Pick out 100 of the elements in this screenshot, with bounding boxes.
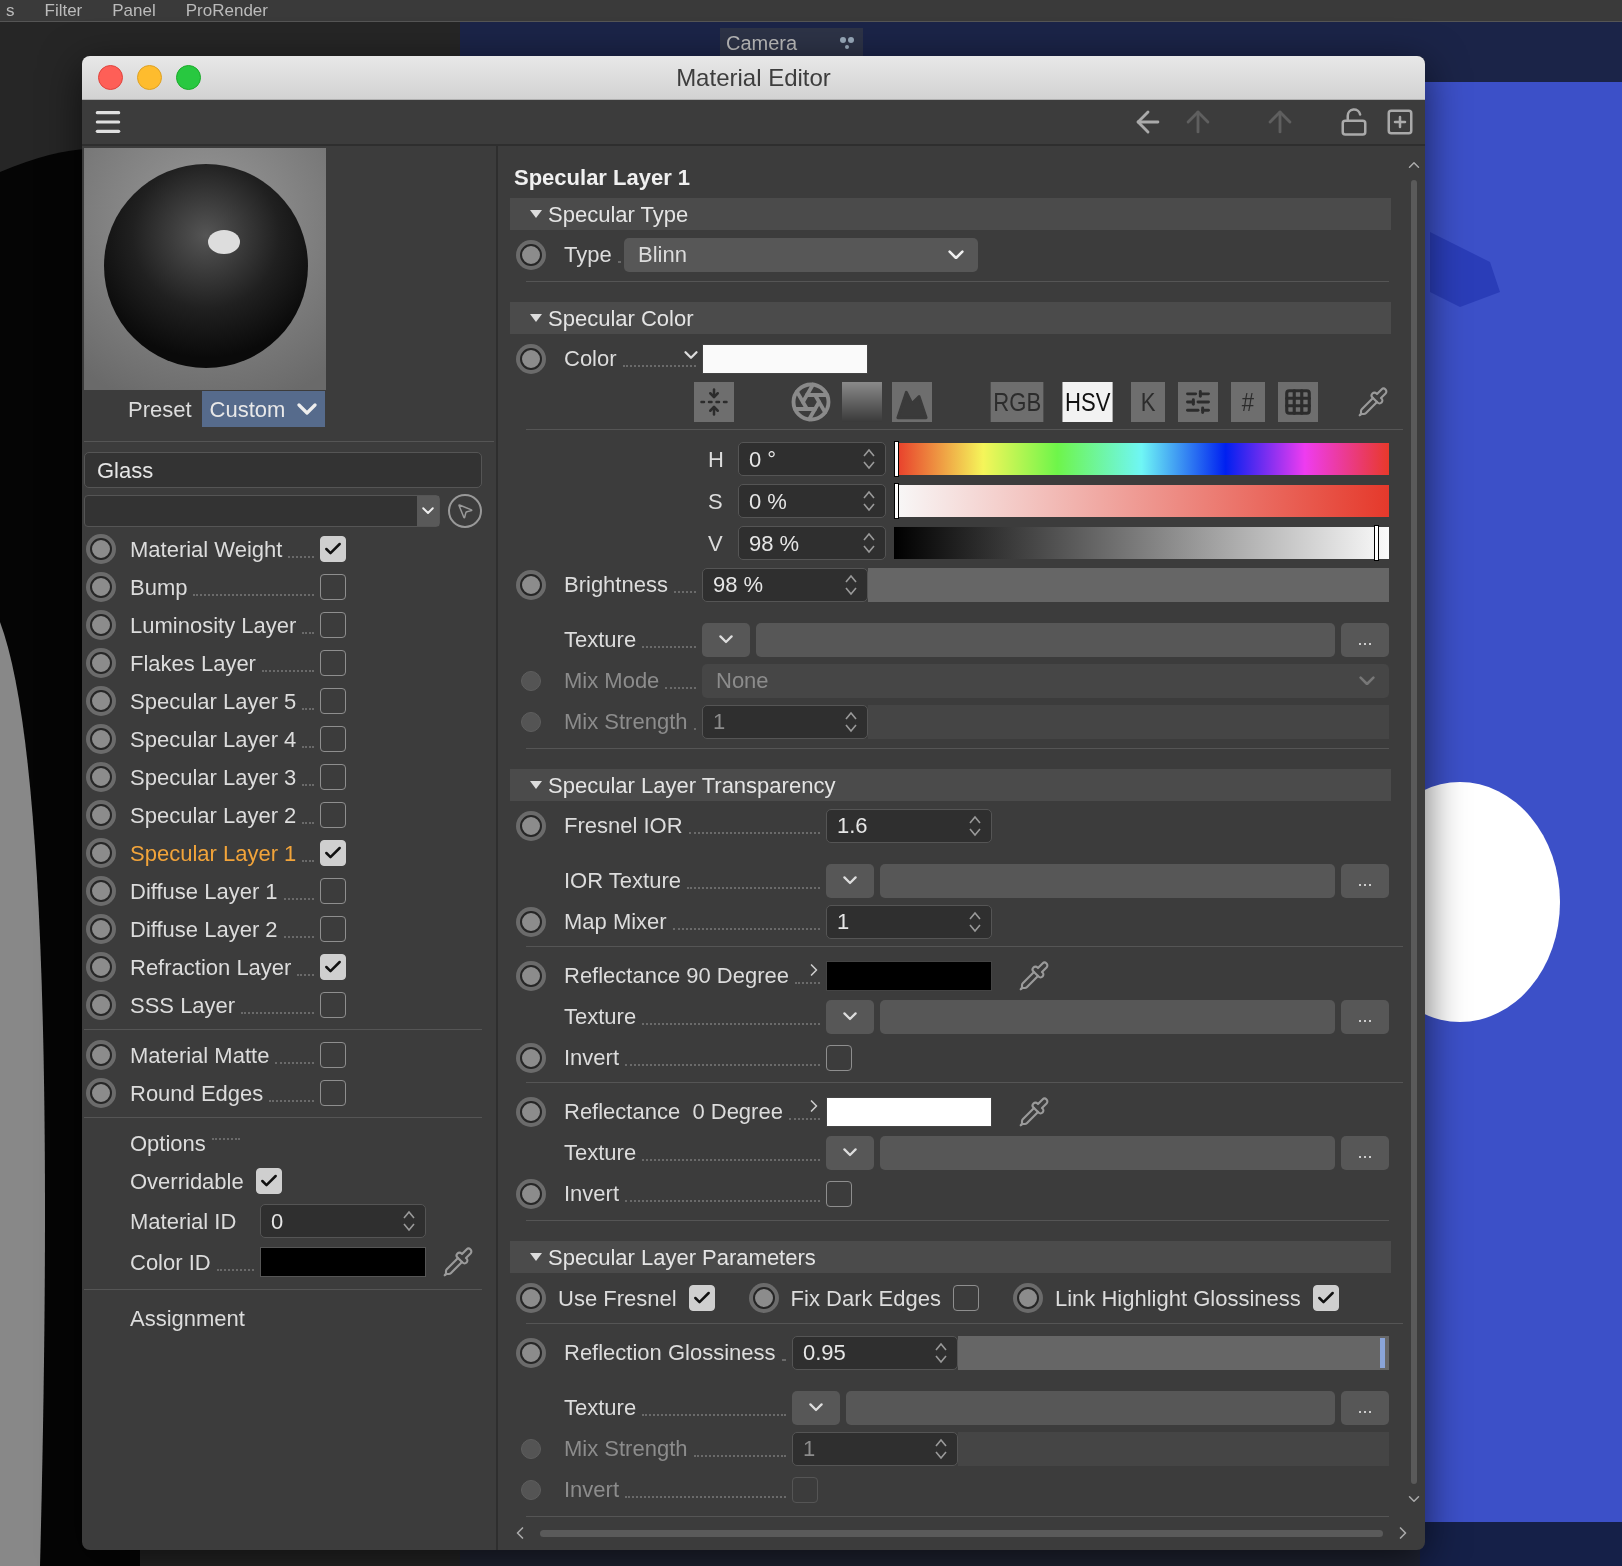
more-button[interactable]: ... [1341, 1135, 1389, 1170]
channel-item[interactable]: Specular Layer 1 [130, 836, 297, 870]
channel-label: H [708, 445, 725, 474]
sliders-icon[interactable] [1177, 382, 1218, 422]
slider-thumb[interactable] [1374, 525, 1380, 561]
channel-item[interactable]: Luminosity Layer [130, 608, 297, 642]
menu-item[interactable]: Filter [44, 2, 83, 19]
section-header[interactable]: Specular Color [510, 302, 1391, 334]
texture-dropdown-button[interactable] [826, 999, 874, 1034]
triangle-down-icon [530, 210, 542, 218]
channel-item[interactable]: Specular Layer 3 [130, 760, 297, 794]
assignment-label[interactable]: Assignment [130, 1306, 245, 1331]
scrollbar-thumb[interactable] [540, 1529, 1383, 1537]
gradient-square-icon[interactable] [842, 382, 882, 422]
slider-thumb[interactable] [894, 483, 899, 519]
channel-item[interactable]: Specular Layer 2 [130, 798, 297, 832]
menu-item[interactable]: Panel [112, 2, 156, 19]
channel-item[interactable]: Specular Layer 4 [130, 722, 297, 756]
channel-label: S [708, 487, 724, 516]
checkbox[interactable] [320, 992, 346, 1018]
preset-dropdown[interactable]: Custom [201, 391, 326, 427]
checkbox[interactable] [953, 1285, 979, 1311]
close-button[interactable] [98, 65, 123, 90]
channel-item[interactable]: Flakes Layer [130, 646, 256, 680]
texture-field[interactable] [880, 863, 1335, 898]
eyedropper-icon[interactable] [1018, 1095, 1050, 1128]
color-swatch[interactable] [826, 960, 992, 991]
section-header[interactable]: Specular Layer Parameters [510, 1241, 1391, 1273]
checkbox[interactable] [320, 764, 346, 790]
color-wheel-icon[interactable] [790, 381, 832, 423]
channel-item[interactable]: Diffuse Layer 1 [130, 874, 278, 908]
number-field[interactable]: 0 [260, 1204, 426, 1238]
checkbox[interactable] [320, 688, 346, 714]
channel-item[interactable]: Specular Layer 5 [130, 684, 297, 718]
checkbox[interactable] [320, 802, 346, 828]
texture-field[interactable] [846, 1390, 1335, 1425]
color-swatch[interactable] [260, 1247, 426, 1277]
scrollbar-thumb[interactable] [1411, 180, 1417, 1484]
color-channel-track[interactable] [894, 527, 1389, 559]
chevron-down-icon [948, 249, 964, 260]
eyedropper-icon[interactable] [1357, 386, 1389, 418]
checkbox[interactable] [320, 1042, 346, 1068]
checkbox[interactable] [320, 726, 346, 752]
color-channel-track[interactable] [894, 443, 1389, 475]
eyedropper-icon[interactable] [1018, 959, 1050, 992]
more-button[interactable]: ... [1341, 1390, 1389, 1425]
number-field[interactable]: 1.6 [826, 808, 992, 843]
grid-icon[interactable] [1277, 382, 1318, 422]
menu-item[interactable]: s [6, 2, 15, 19]
menu-item[interactable]: ProRender [185, 2, 268, 19]
number-field[interactable]: 98 % [702, 567, 868, 602]
field-label: Invert [564, 1476, 620, 1504]
number-field[interactable]: 0 % [738, 484, 886, 518]
more-button[interactable]: ... [1341, 863, 1389, 898]
channel-item[interactable]: Diffuse Layer 2 [130, 912, 278, 946]
more-button[interactable]: ... [1341, 622, 1389, 657]
slider-thumb[interactable] [1379, 1337, 1385, 1368]
number-field[interactable]: 0.95 [792, 1335, 958, 1370]
eyedropper-icon[interactable] [442, 1246, 474, 1278]
channel-item[interactable]: Material Weight [130, 532, 283, 566]
texture-dropdown-button[interactable] [792, 1390, 840, 1425]
lock-icon[interactable] [1339, 107, 1369, 137]
more-button[interactable]: ... [1341, 999, 1389, 1034]
chevron-down-icon [297, 403, 318, 415]
checkbox[interactable] [320, 916, 346, 942]
section-header[interactable]: Specular Layer Transparency [510, 769, 1391, 801]
channel-item[interactable]: Material Matte [130, 1038, 270, 1072]
color-swatch[interactable] [702, 343, 868, 374]
dropdown[interactable]: Blinn [624, 237, 978, 272]
section-header[interactable]: Specular Type [510, 198, 1391, 230]
checkbox[interactable] [320, 1080, 346, 1106]
number-field[interactable]: 98 % [738, 526, 886, 560]
slider-thumb[interactable] [894, 441, 899, 477]
checkbox[interactable] [320, 574, 346, 600]
triangle-down-icon [530, 1253, 542, 1261]
texture-field[interactable] [880, 1135, 1335, 1170]
checkbox[interactable] [826, 1180, 852, 1207]
color-channel-track[interactable] [894, 485, 1389, 517]
texture-dropdown-button[interactable] [826, 863, 874, 898]
color-mode-tab[interactable]: HSV [1062, 382, 1114, 422]
field-label: Invert [564, 1044, 620, 1072]
channel-item[interactable]: Refraction Layer [130, 950, 292, 984]
collapse-icon[interactable] [694, 382, 734, 422]
texture-dropdown-button[interactable] [702, 622, 750, 657]
channel-item[interactable]: SSS Layer [130, 988, 236, 1022]
pointer-icon[interactable] [448, 494, 482, 528]
texture-dropdown-button[interactable] [826, 1135, 874, 1170]
channel-item[interactable]: Round Edges [130, 1076, 264, 1110]
material-name-field[interactable]: Glass [84, 452, 482, 488]
number-field[interactable]: 1 [826, 904, 992, 939]
texture-field[interactable] [756, 622, 1335, 657]
texture-field[interactable] [880, 999, 1335, 1034]
checkbox[interactable] [320, 612, 346, 638]
channel-item[interactable]: Bump [130, 570, 188, 604]
color-swatch[interactable] [826, 1096, 992, 1127]
checkbox[interactable] [826, 1044, 852, 1071]
checkbox[interactable] [320, 650, 346, 676]
plus-square-icon[interactable] [1385, 107, 1415, 137]
checkbox[interactable] [320, 878, 346, 904]
number-field[interactable]: 0 ° [738, 442, 886, 476]
